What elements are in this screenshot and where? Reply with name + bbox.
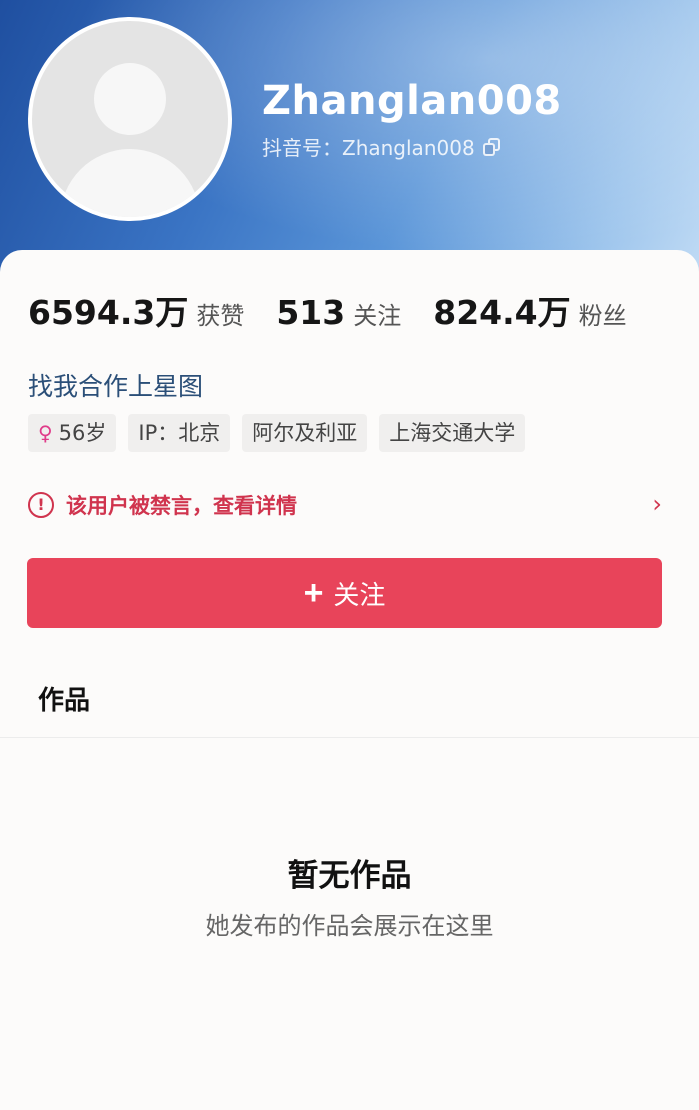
empty-state-title: 暂无作品 [287, 858, 412, 894]
plus-icon: + [303, 574, 324, 612]
tag-ip: IP：北京 [128, 414, 231, 452]
douyin-id-row[interactable]: 抖音号：Zhanglan008 [262, 132, 501, 161]
tag-location[interactable]: 阿尔及利亚 [242, 414, 368, 452]
tab-works[interactable]: 作品 [38, 680, 90, 717]
stat-value: 6594.3万 [28, 293, 189, 332]
stat-followers[interactable]: 824.4万 粉丝 [433, 286, 626, 334]
douyin-id: 抖音号：Zhanglan008 [262, 136, 475, 160]
tag-school[interactable]: 上海交通大学 [379, 414, 526, 452]
stat-label: 粉丝 [578, 302, 627, 330]
profile-page: Zhanglan008 抖音号：Zhanglan008 6594.3万 获赞 5… [0, 0, 699, 1110]
follow-button[interactable]: + 关注 [27, 558, 662, 628]
stat-value: 824.4万 [433, 293, 571, 332]
tag-age: ♀ 56岁 [28, 414, 117, 452]
stat-value: 513 [276, 293, 346, 332]
stat-following[interactable]: 513 关注 [276, 293, 401, 332]
empty-state-subtitle: 她发布的作品会展示在这里 [205, 912, 494, 940]
username: Zhanglan008 [262, 78, 562, 124]
follow-button-label: 关注 [333, 579, 386, 610]
ban-notice-text: 该用户被禁言，查看详情 [66, 494, 297, 518]
profile-content-card: 6594.3万 获赞 513 关注 824.4万 粉丝 找我合作上星图 ♀ 56… [0, 250, 699, 1110]
stat-label: 获赞 [196, 302, 245, 330]
stat-label: 关注 [353, 302, 402, 330]
stat-likes[interactable]: 6594.3万 获赞 [28, 286, 244, 334]
tag-age-label: 56岁 [58, 421, 107, 445]
copy-icon[interactable] [482, 137, 501, 156]
default-avatar-icon [94, 63, 166, 135]
divider [0, 737, 699, 738]
warning-icon: ! [28, 492, 54, 518]
female-icon: ♀ [38, 421, 53, 445]
avatar[interactable] [28, 17, 232, 221]
avatar-body-shape [60, 149, 200, 217]
profile-tags: ♀ 56岁 IP：北京 阿尔及利亚 上海交通大学 [28, 414, 537, 452]
stats-row: 6594.3万 获赞 513 关注 824.4万 粉丝 [28, 286, 659, 334]
ban-notice[interactable]: ! 该用户被禁言，查看详情 › [28, 488, 668, 522]
xingtu-cooperation-link[interactable]: 找我合作上星图 [28, 367, 203, 403]
chevron-right-icon: › [652, 490, 662, 518]
